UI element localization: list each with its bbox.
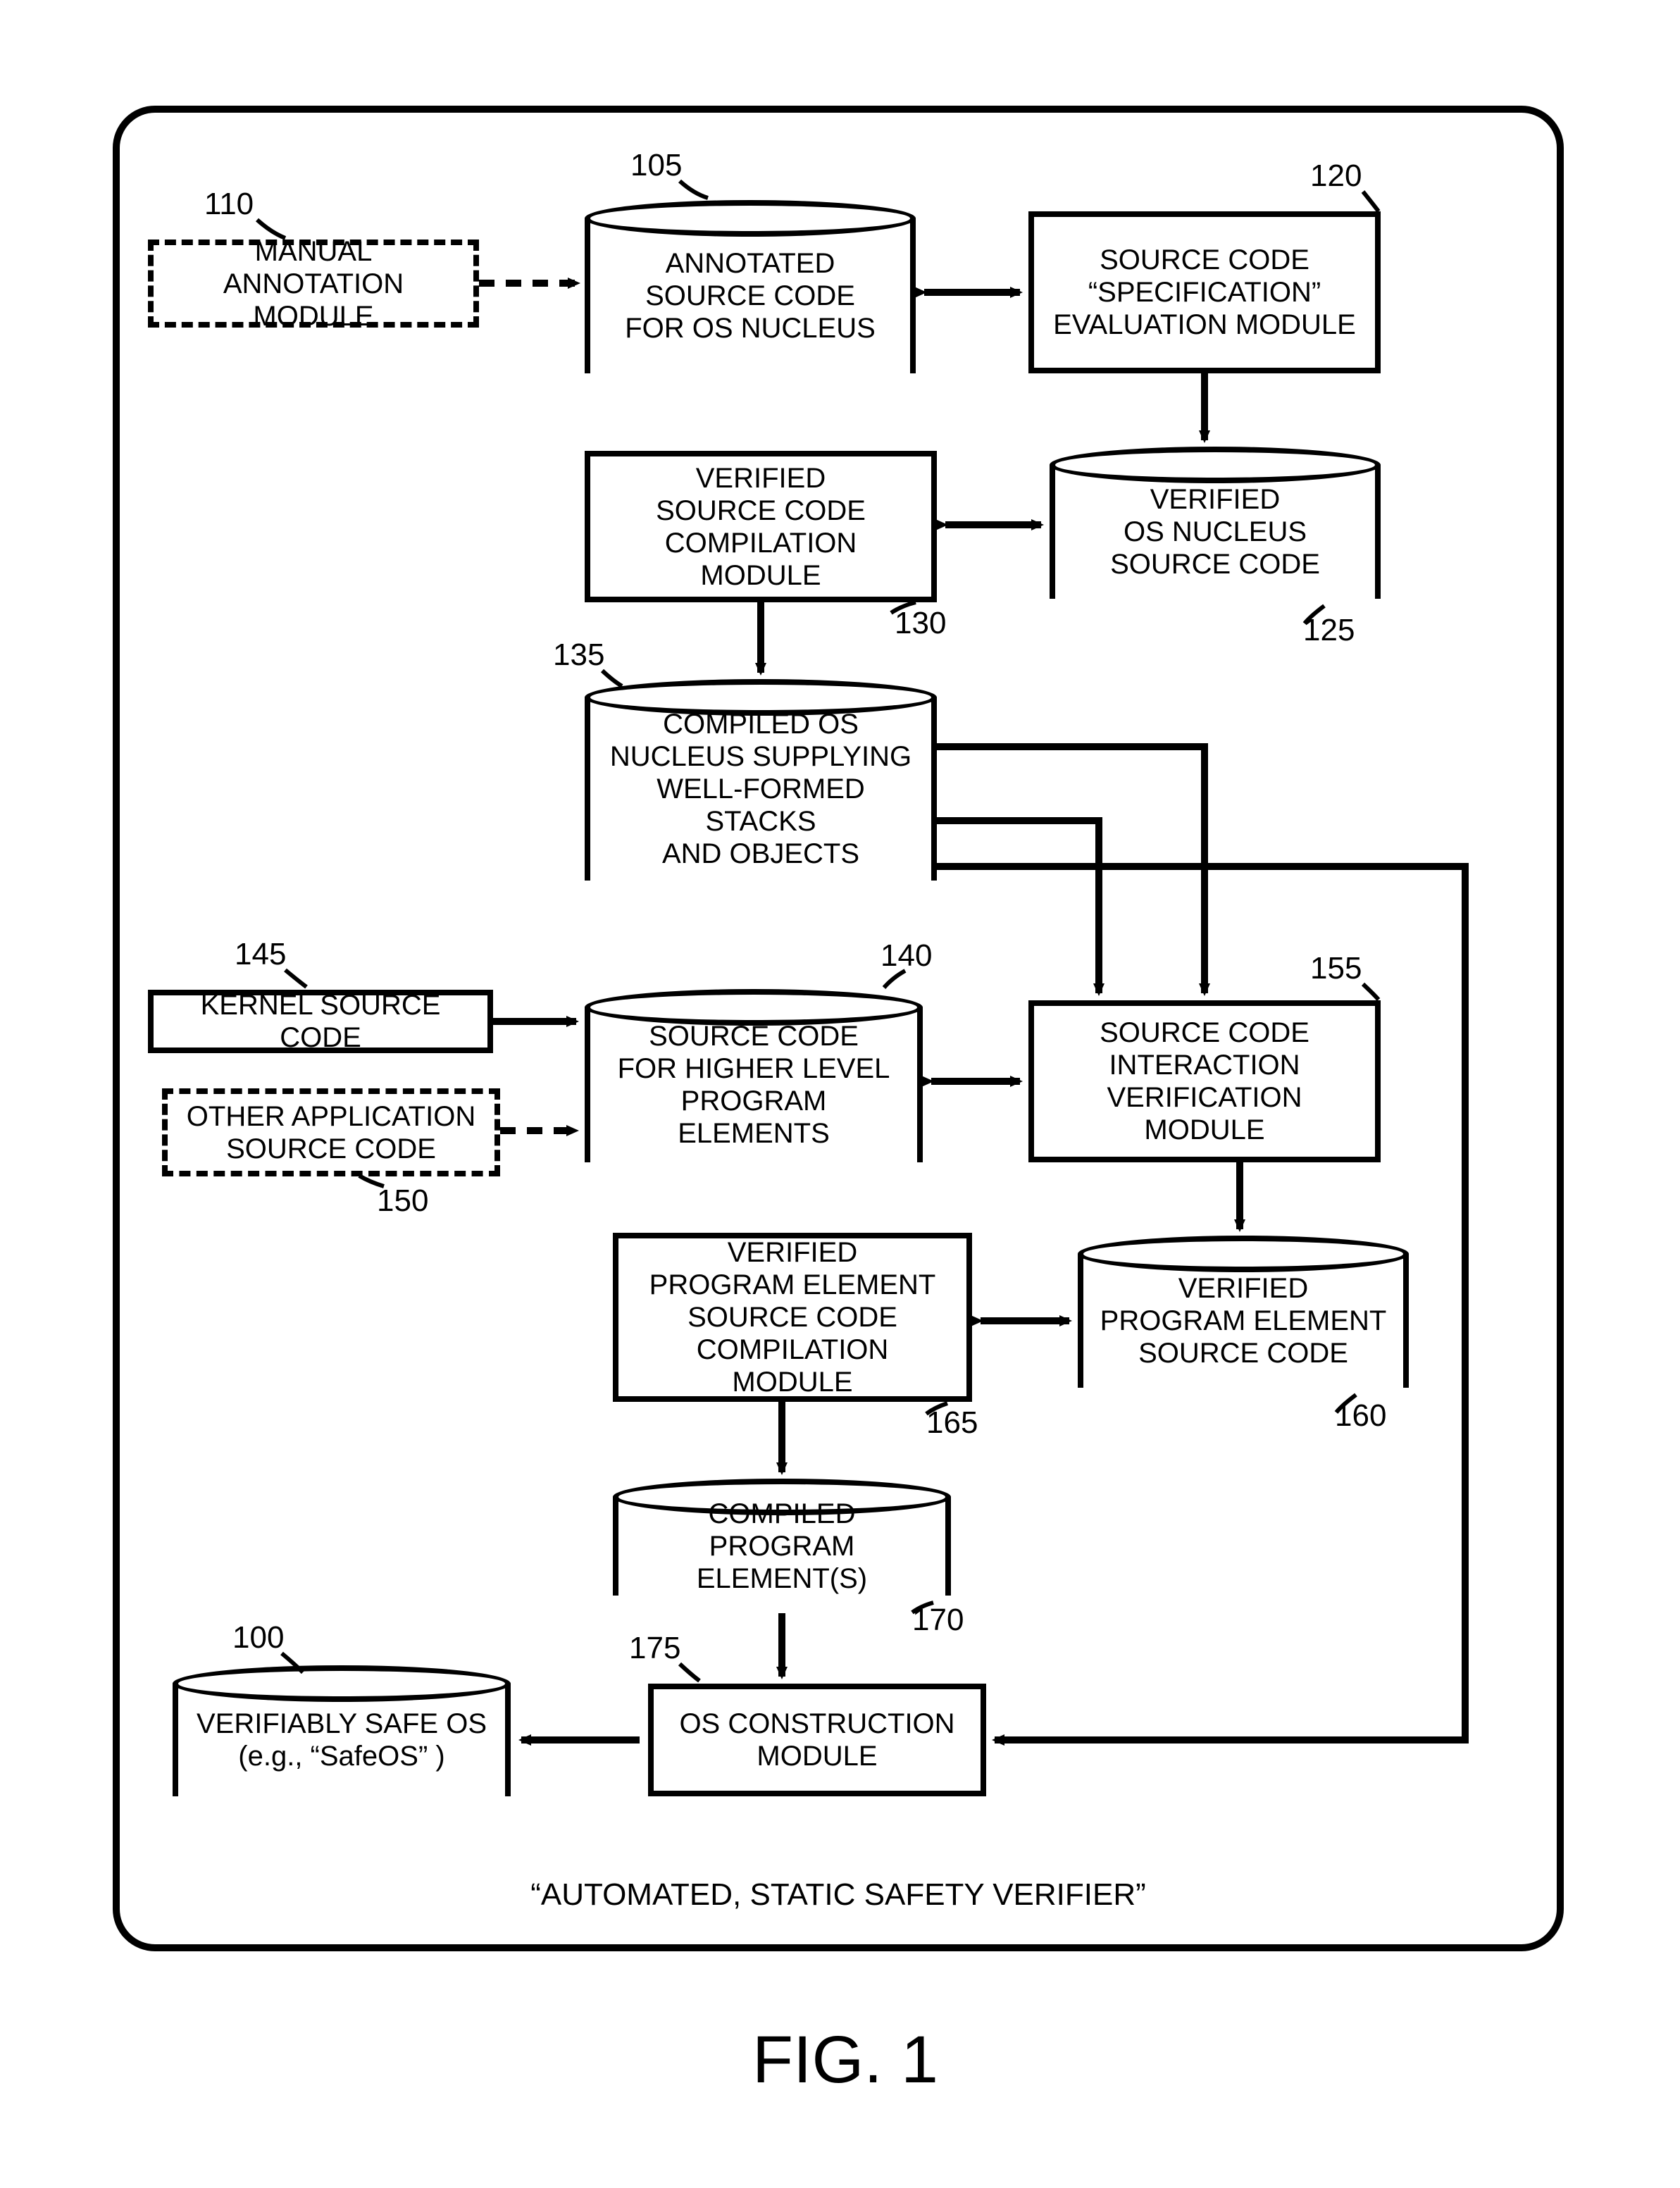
ref-125: 125	[1303, 613, 1355, 648]
ref-105: 105	[630, 148, 682, 183]
node-130-verified-compile: VERIFIEDSOURCE CODECOMPILATION MODULE	[585, 451, 937, 602]
node-label: SOURCE CODE“SPECIFICATION”EVALUATION MOD…	[1053, 244, 1356, 341]
ref-120: 120	[1310, 158, 1362, 194]
node-100-safe-os: VERIFIABLY SAFE OS(e.g., “SafeOS” )	[173, 1684, 511, 1796]
ref-135: 135	[553, 638, 604, 673]
node-110-manual-annotation: MANUALANNOTATION MODULE	[148, 240, 479, 328]
node-160-verified-program-source: VERIFIEDPROGRAM ELEMENTSOURCE CODE	[1078, 1254, 1409, 1388]
node-label: VERIFIEDPROGRAM ELEMENTSOURCE CODE	[1100, 1272, 1387, 1369]
node-145-kernel-source: KERNEL SOURCE CODE	[148, 990, 493, 1053]
node-label: COMPILED PROGRAMELEMENT(S)	[633, 1498, 931, 1595]
node-120-spec-eval: SOURCE CODE“SPECIFICATION”EVALUATION MOD…	[1028, 211, 1381, 373]
node-label: OTHER APPLICATIONSOURCE CODE	[187, 1100, 475, 1165]
node-label: SOURCE CODEFOR HIGHER LEVELPROGRAM ELEME…	[604, 1020, 903, 1150]
node-175-os-construction: OS CONSTRUCTIONMODULE	[648, 1684, 986, 1796]
ref-100: 100	[232, 1620, 284, 1655]
node-label: KERNEL SOURCE CODE	[168, 989, 473, 1054]
node-label: SOURCE CODEINTERACTIONVERIFICATION MODUL…	[1048, 1017, 1361, 1146]
node-125-verified-nucleus: VERIFIEDOS NUCLEUSSOURCE CODE	[1050, 465, 1381, 599]
node-label: VERIFIEDSOURCE CODECOMPILATION MODULE	[604, 462, 917, 592]
ref-145: 145	[235, 937, 286, 972]
node-135-compiled-nucleus: COMPILED OSNUCLEUS SUPPLYINGWELL-FORMED …	[585, 697, 937, 881]
page: MANUALANNOTATION MODULE ANNOTATEDSOURCE …	[0, 0, 1680, 2188]
node-165-program-compile: VERIFIEDPROGRAM ELEMENTSOURCE CODECOMPIL…	[613, 1233, 972, 1402]
ref-110: 110	[204, 187, 254, 222]
node-155-interaction-verify: SOURCE CODEINTERACTIONVERIFICATION MODUL…	[1028, 1000, 1381, 1162]
ref-150: 150	[377, 1183, 428, 1219]
ref-170: 170	[912, 1603, 964, 1638]
ref-175: 175	[629, 1631, 680, 1666]
node-label: OS CONSTRUCTIONMODULE	[679, 1708, 954, 1772]
ref-140: 140	[881, 938, 932, 974]
ref-165: 165	[926, 1405, 978, 1441]
ref-155: 155	[1310, 951, 1362, 986]
node-105-annotated-source: ANNOTATEDSOURCE CODEFOR OS NUCLEUS	[585, 218, 916, 373]
figure-label: FIG. 1	[697, 2022, 993, 2099]
node-170-compiled-program: COMPILED PROGRAMELEMENT(S)	[613, 1497, 951, 1596]
node-label: VERIFIEDPROGRAM ELEMENTSOURCE CODECOMPIL…	[633, 1236, 952, 1398]
node-label: VERIFIABLY SAFE OS(e.g., “SafeOS” )	[197, 1708, 487, 1772]
node-label: MANUALANNOTATION MODULE	[168, 235, 459, 332]
node-label: ANNOTATEDSOURCE CODEFOR OS NUCLEUS	[625, 247, 876, 344]
ref-160: 160	[1335, 1398, 1386, 1434]
node-150-other-app-source: OTHER APPLICATIONSOURCE CODE	[162, 1088, 500, 1176]
node-140-higher-level-source: SOURCE CODEFOR HIGHER LEVELPROGRAM ELEME…	[585, 1007, 923, 1162]
ref-130: 130	[895, 606, 946, 641]
diagram-title: “AUTOMATED, STATIC SAFETY VERIFIER”	[451, 1877, 1226, 1913]
node-label: VERIFIEDOS NUCLEUSSOURCE CODE	[1110, 483, 1320, 580]
node-label: COMPILED OSNUCLEUS SUPPLYINGWELL-FORMED …	[604, 708, 917, 870]
